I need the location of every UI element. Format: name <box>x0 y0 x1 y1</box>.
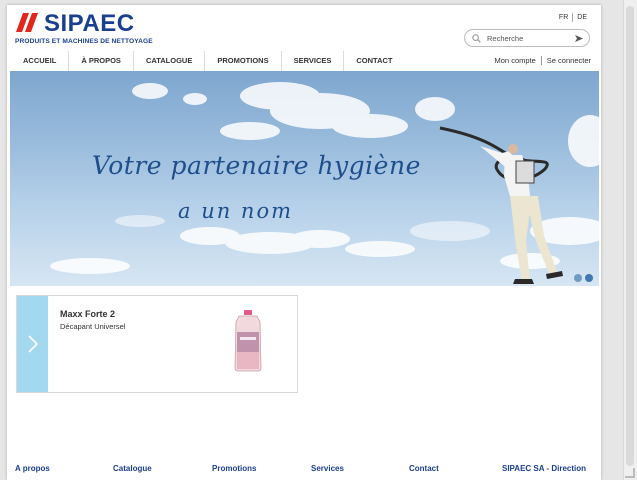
my-account-link[interactable]: Mon compte <box>495 56 536 65</box>
account-separator <box>540 56 542 65</box>
chevron-right-icon <box>28 335 39 353</box>
nav-promotions[interactable]: PROMOTIONS <box>205 51 282 71</box>
lang-fr[interactable]: FR <box>559 14 568 21</box>
footer-link-services[interactable]: Services <box>311 464 344 473</box>
scrollbar-thumb[interactable] <box>626 6 634 466</box>
search-input[interactable] <box>487 32 573 44</box>
language-switcher: FR DE <box>559 13 587 22</box>
hero-headline: Votre partenaire hygiène <box>92 151 421 180</box>
slider-dot-2[interactable] <box>585 274 593 282</box>
footer-link-promotions[interactable]: Promotions <box>212 464 256 473</box>
footer-link-direction[interactable]: SIPAEC SA - Direction <box>502 464 586 473</box>
slider-dot-1[interactable] <box>574 274 582 282</box>
nav-contact[interactable]: CONTACT <box>344 51 404 71</box>
logo-tagline: PRODUITS ET MACHINES DE NETTOYAGE <box>15 38 153 45</box>
search-icon <box>472 34 481 43</box>
product-name[interactable]: Maxx Forte 2 <box>60 309 115 319</box>
footer-link-a-propos[interactable]: A propos <box>15 464 50 473</box>
nav-a-propos[interactable]: À PROPOS <box>69 51 134 71</box>
search-submit-arrow-icon[interactable] <box>575 35 583 42</box>
hero-slider: Votre partenaire hygiène a un nom <box>10 71 599 286</box>
page: SIPAEC PRODUITS ET MACHINES DE NETTOYAGE… <box>7 5 601 480</box>
logo-stripes-icon <box>16 13 38 32</box>
lang-de[interactable]: DE <box>577 14 587 21</box>
product-card[interactable]: Maxx Forte 2 Décapant Universel <box>16 295 298 393</box>
nav-catalogue[interactable]: CATALOGUE <box>134 51 206 71</box>
lang-separator <box>572 13 574 22</box>
logo-name: SIPAEC <box>44 10 135 37</box>
logo[interactable]: SIPAEC PRODUITS ET MACHINES DE NETTOYAGE <box>15 11 165 51</box>
nav-services[interactable]: SERVICES <box>282 51 345 71</box>
account-links: Mon compte Se connecter <box>495 56 591 65</box>
hero-subheadline: a un nom <box>178 199 294 223</box>
footer-link-contact[interactable]: Contact <box>409 464 439 473</box>
resize-grip-icon[interactable] <box>625 468 635 478</box>
product-canister-image[interactable] <box>233 310 263 372</box>
footer-link-catalogue[interactable]: Catalogue <box>113 464 152 473</box>
main-nav: ACCUEIL À PROPOS CATALOGUE PROMOTIONS SE… <box>11 51 405 71</box>
slider-dots <box>574 274 593 282</box>
product-description: Décapant Universel <box>60 322 126 331</box>
card-next-button[interactable] <box>17 296 48 392</box>
nav-accueil[interactable]: ACCUEIL <box>11 51 70 71</box>
footer-nav: A propos Catalogue Promotions Services C… <box>15 464 595 476</box>
search-box <box>464 29 590 47</box>
scrollbar[interactable] <box>623 0 637 480</box>
login-link[interactable]: Se connecter <box>547 56 591 65</box>
